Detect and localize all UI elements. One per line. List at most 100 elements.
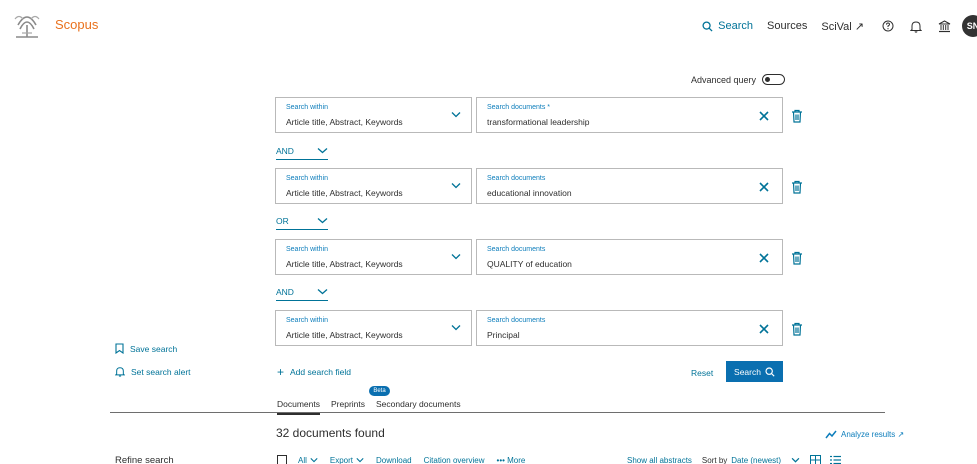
beta-badge: Beta <box>369 386 390 396</box>
save-search-link[interactable]: Save search <box>115 343 177 354</box>
export-dropdown[interactable]: Export <box>330 456 364 464</box>
chevron-down-icon <box>451 254 461 260</box>
boolean-operator-select-2[interactable]: OR <box>276 216 328 230</box>
sort-select[interactable]: Date (newest) <box>731 456 781 464</box>
results-toolbar: All Export Download Citation overview ••… <box>277 455 537 464</box>
search-documents-field-1[interactable]: Search documents * transformational lead… <box>476 97 783 133</box>
search-within-label: Search within <box>286 246 329 253</box>
bell-icon <box>910 20 922 33</box>
nav-sources-label: Sources <box>767 20 808 32</box>
elsevier-logo-icon[interactable] <box>10 11 44 41</box>
trend-icon <box>825 430 837 439</box>
advanced-query-toggle[interactable]: Advanced query <box>691 74 786 85</box>
search-within-label: Search within <box>286 317 329 324</box>
refine-search-heading: Refine search <box>115 455 174 464</box>
analyze-results-link[interactable]: Analyze results ↗ <box>825 430 904 439</box>
brand-name[interactable]: Scopus <box>55 17 98 32</box>
set-search-alert-label: Set search alert <box>131 366 191 377</box>
search-documents-field-3[interactable]: Search documents QUALITY of education <box>476 239 783 275</box>
search-icon <box>765 366 775 377</box>
search-documents-value[interactable]: educational innovation <box>487 188 572 198</box>
notifications-button[interactable] <box>906 16 926 36</box>
nav-sources[interactable]: Sources <box>767 20 807 32</box>
toggle-switch[interactable] <box>762 74 786 85</box>
clear-icon[interactable] <box>758 181 770 193</box>
export-label: Export <box>329 455 354 464</box>
search-documents-field-4[interactable]: Search documents Principal <box>476 310 783 346</box>
clear-icon[interactable] <box>758 110 770 122</box>
search-within-value: Article title, Abstract, Keywords <box>286 117 403 127</box>
help-icon <box>882 20 894 32</box>
all-dropdown[interactable]: All <box>298 456 318 464</box>
help-button[interactable] <box>878 16 898 36</box>
nav-search[interactable]: Search <box>702 20 753 32</box>
save-search-label: Save search <box>130 343 178 354</box>
nav-scival[interactable]: SciVal ↗ <box>821 20 864 33</box>
trash-icon[interactable] <box>791 322 803 336</box>
chevron-down-icon <box>317 148 328 154</box>
nav-search-label: Search <box>718 20 753 32</box>
citation-overview-button[interactable]: Citation overview <box>424 456 485 464</box>
all-label: All <box>298 455 307 464</box>
search-within-select-3[interactable]: Search within Article title, Abstract, K… <box>275 239 472 275</box>
trash-icon[interactable] <box>791 251 803 265</box>
clear-icon[interactable] <box>758 323 770 335</box>
search-documents-label: Search documents <box>487 175 546 182</box>
search-documents-value[interactable]: Principal <box>487 330 520 340</box>
grid-view-icon[interactable] <box>810 455 822 464</box>
search-within-value: Article title, Abstract, Keywords <box>286 188 403 198</box>
tabs-divider <box>110 412 885 413</box>
search-within-select-4[interactable]: Search within Article title, Abstract, K… <box>275 310 472 346</box>
operator-value: AND <box>276 146 294 156</box>
operator-value: OR <box>276 216 289 226</box>
reset-button[interactable]: Reset <box>691 368 713 378</box>
operator-value: AND <box>276 287 294 297</box>
search-documents-field-2[interactable]: Search documents educational innovation <box>476 168 783 204</box>
analyze-results-label: Analyze results ↗ <box>841 430 905 439</box>
search-button[interactable]: Search <box>726 361 783 382</box>
boolean-operator-select-1[interactable]: AND <box>276 146 328 160</box>
search-within-select-1[interactable]: Search within Article title, Abstract, K… <box>275 97 472 133</box>
search-within-label: Search within <box>286 175 329 182</box>
search-button-label: Search <box>734 366 761 377</box>
institution-button[interactable] <box>934 16 954 36</box>
nav-scival-label: SciVal ↗ <box>821 20 864 33</box>
clear-icon[interactable] <box>758 252 770 264</box>
search-documents-value[interactable]: QUALITY of education <box>487 259 572 269</box>
boolean-operator-select-3[interactable]: AND <box>276 287 328 301</box>
search-documents-label: Search documents <box>487 317 546 324</box>
chevron-down-icon <box>317 218 328 224</box>
chevron-down-icon <box>451 183 461 189</box>
top-nav: Search Sources SciVal ↗ SN <box>702 14 977 38</box>
set-search-alert-link[interactable]: Set search alert <box>115 366 191 377</box>
list-view-icon[interactable] <box>830 455 842 464</box>
user-avatar[interactable]: SN <box>962 15 977 37</box>
chevron-down-icon[interactable] <box>791 457 800 463</box>
chevron-down-icon <box>451 325 461 331</box>
bell-icon <box>115 367 125 377</box>
sort-by-label: Sort by <box>701 455 728 464</box>
search-within-value: Article title, Abstract, Keywords <box>286 330 403 340</box>
trash-icon[interactable] <box>791 180 803 194</box>
bookmark-icon <box>115 343 124 354</box>
institution-icon <box>938 19 950 32</box>
results-count: 32 documents found <box>276 426 385 440</box>
top-header: Scopus Search Sources SciVal ↗ SN <box>0 0 977 50</box>
download-button[interactable]: Download <box>376 456 412 464</box>
show-all-abstracts-button[interactable]: Show all abstracts <box>627 456 692 464</box>
add-search-field-button[interactable]: + Add search field <box>277 365 351 379</box>
chevron-down-icon <box>356 458 364 463</box>
search-documents-label: Search documents * <box>487 104 551 111</box>
search-documents-value[interactable]: transformational leadership <box>487 117 590 127</box>
chevron-down-icon <box>317 289 328 295</box>
trash-icon[interactable] <box>791 109 803 123</box>
chevron-down-icon <box>451 112 461 118</box>
more-button[interactable]: ••• More <box>497 456 526 464</box>
search-within-select-2[interactable]: Search within Article title, Abstract, K… <box>275 168 472 204</box>
add-search-field-label: Add search field <box>290 367 351 377</box>
search-within-label: Search within <box>286 104 329 111</box>
search-documents-label: Search documents <box>487 246 546 253</box>
plus-icon: + <box>277 365 285 379</box>
results-view-tools: Show all abstracts Sort by Date (newest) <box>627 455 842 464</box>
select-all-checkbox[interactable] <box>277 455 287 464</box>
